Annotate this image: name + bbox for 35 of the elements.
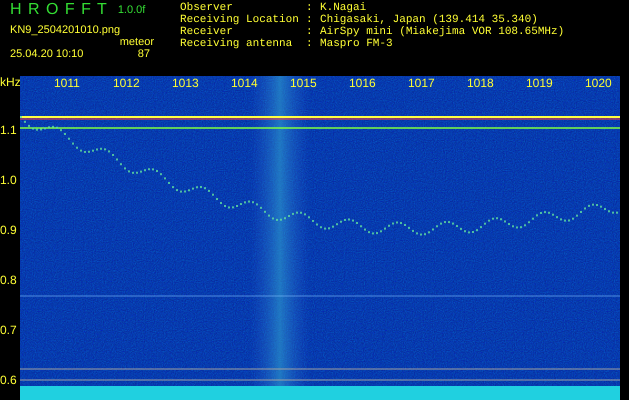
x-tick-label: 1019 (526, 76, 553, 90)
x-tick-label: 1016 (349, 76, 376, 90)
meteor-count: 87 (138, 48, 150, 60)
y-tick-label: 1.0 (0, 173, 17, 187)
x-tick-label: 1011 (54, 76, 80, 90)
info-separator: : (306, 26, 314, 38)
axis-unit-label: kHz (0, 76, 21, 88)
meteor-label: meteor (120, 36, 154, 48)
x-tick-label: 1018 (467, 76, 494, 90)
info-value: K.Nagai (320, 2, 366, 14)
x-tick-label: 1012 (113, 76, 140, 90)
info-separator: : (306, 2, 314, 14)
y-tick-label: 0.6 (0, 373, 17, 387)
y-tick-label: 0.7 (0, 323, 17, 337)
app-title: H R O F F T (10, 1, 108, 19)
info-label: Receiving antenna (180, 38, 294, 50)
filename-label: KN9_2504201010.png (10, 24, 120, 36)
info-label: Receiver (180, 26, 234, 38)
info-label: Receiving Location (180, 14, 300, 26)
x-tick-label: 1017 (408, 76, 435, 90)
timestamp-label: 25.04.20 10:10 (10, 48, 84, 60)
x-tick-label: 1014 (231, 76, 258, 90)
info-separator: : (306, 14, 314, 26)
info-value: Chigasaki, Japan (139.414 35.340) (320, 14, 538, 26)
info-value: AirSpy mini (Miakejima VOR 108.65MHz) (320, 26, 564, 38)
info-value: Maspro FM-3 (320, 38, 393, 50)
version-label: 1.0.0f (118, 4, 146, 16)
y-tick-label: 1.1 (0, 123, 17, 137)
y-tick-label: 0.9 (0, 223, 17, 237)
x-tick-label: 1013 (172, 76, 199, 90)
x-tick-label: 1020 (585, 76, 612, 90)
x-tick-label: 1015 (290, 76, 317, 90)
y-tick-label: 0.8 (0, 273, 17, 287)
info-separator: : (306, 38, 314, 50)
info-label: Observer (180, 2, 234, 14)
